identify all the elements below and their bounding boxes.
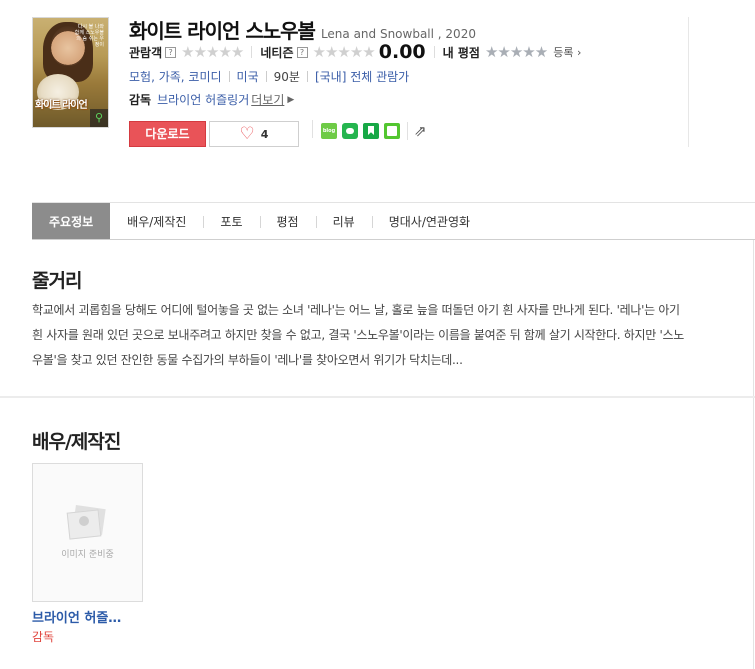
audience-help-icon[interactable]: ?	[165, 46, 177, 58]
line-share-icon[interactable]	[384, 123, 400, 139]
synopsis-text: 학교에서 괴롭힘을 당해도 어디에 털어놓을 곳 없는 소녀 '레나'는 어느 …	[32, 303, 685, 367]
netizen-help-icon[interactable]: ?	[296, 46, 308, 58]
audience-stars: ★★★★★	[181, 43, 244, 61]
audience-rating-label: 관람객	[129, 45, 163, 60]
movie-title[interactable]: 화이트 라이언 스노우볼	[129, 15, 316, 44]
divider	[251, 46, 253, 58]
grade-link[interactable]: [국내] 전체 관람가	[315, 68, 409, 85]
like-count: 4	[260, 127, 269, 141]
blog-share-icon[interactable]: blog	[321, 123, 337, 139]
poster-tagline: 다시 볼 나와 함께 스노우볼의 숨 쉬는 우정이	[74, 24, 104, 48]
original-title: Lena and Snowball , 2020	[320, 27, 476, 41]
title-row: 화이트 라이언 스노우볼 Lena and Snowball , 2020	[129, 15, 476, 44]
keep-share-icon[interactable]	[363, 123, 379, 139]
director-label: 감독	[129, 93, 152, 107]
band-share-icon[interactable]	[342, 123, 358, 139]
movie-poster[interactable]: 다시 볼 나와 함께 스노우볼의 숨 쉬는 우정이 화이트 라이언 ⚲	[32, 17, 109, 128]
tab-ratings[interactable]: 평점	[259, 203, 316, 239]
my-rating-stars[interactable]: ★★★★★	[485, 43, 548, 61]
runtime: 90분	[273, 70, 300, 84]
divider	[228, 71, 230, 82]
download-button[interactable]: 다운로드	[129, 121, 206, 147]
register-rating-link[interactable]: 등록 ›	[553, 44, 581, 60]
cast-name-link[interactable]: 브라이언 허즐…	[32, 607, 121, 626]
tab-reviews[interactable]: 리뷰	[315, 203, 372, 239]
divider	[433, 46, 435, 58]
tab-quotes-related[interactable]: 명대사/연관영화	[371, 203, 487, 239]
country-link[interactable]: 미국	[237, 68, 259, 85]
cast-role: 감독	[32, 630, 55, 644]
header-right-border	[688, 17, 689, 147]
like-button[interactable]: ♡ 4	[209, 121, 299, 147]
netizen-rating-label: 네티즌	[260, 45, 294, 60]
share-icon[interactable]: ⇗	[414, 123, 432, 139]
director-name-link[interactable]: 브라이언 허즐링거	[157, 91, 249, 108]
tab-photo[interactable]: 포토	[203, 203, 259, 239]
section-divider	[0, 396, 755, 398]
divider	[306, 71, 308, 82]
no-image-icon	[66, 505, 108, 540]
divider	[265, 71, 267, 82]
cast-heading: 배우/제작진	[32, 431, 121, 453]
meta-row: 모험, 가족, 코미디 미국 90분 [국내] 전체 관람가	[129, 68, 409, 85]
divider	[407, 122, 408, 140]
share-icons: blog ⇗	[321, 122, 432, 140]
tab-bar: 주요정보 배우/제작진 포토 평점 리뷰 명대사/연관영화	[32, 202, 755, 240]
cast-photo-card[interactable]: 이미지 준비중	[32, 463, 143, 602]
netizen-stars: ★★★★★	[312, 43, 376, 61]
netizen-score: 0.00	[378, 41, 426, 63]
heart-icon: ♡	[239, 123, 255, 144]
chevron-right-icon: ▶	[287, 94, 295, 105]
genres-link[interactable]: 모험, 가족, 코미디	[129, 68, 222, 85]
rating-row: 관람객 ? ★★★★★ 네티즌 ? ★★★★★ 0.00 내 평점 ★★★★★ …	[129, 41, 581, 63]
my-rating-label: 내 평점	[442, 45, 480, 60]
content-right-border	[753, 240, 754, 669]
tab-main-info[interactable]: 주요정보	[32, 203, 111, 239]
director-row: 감독 브라이언 허즐링거 더보기 ▶	[129, 91, 294, 108]
no-image-label: 이미지 준비중	[61, 550, 114, 560]
divider	[312, 120, 313, 138]
synopsis-heading: 줄거리	[32, 270, 82, 292]
more-link[interactable]: 더보기	[251, 91, 284, 108]
zoom-icon[interactable]: ⚲	[90, 109, 108, 127]
tab-cast-crew[interactable]: 배우/제작진	[110, 203, 203, 239]
